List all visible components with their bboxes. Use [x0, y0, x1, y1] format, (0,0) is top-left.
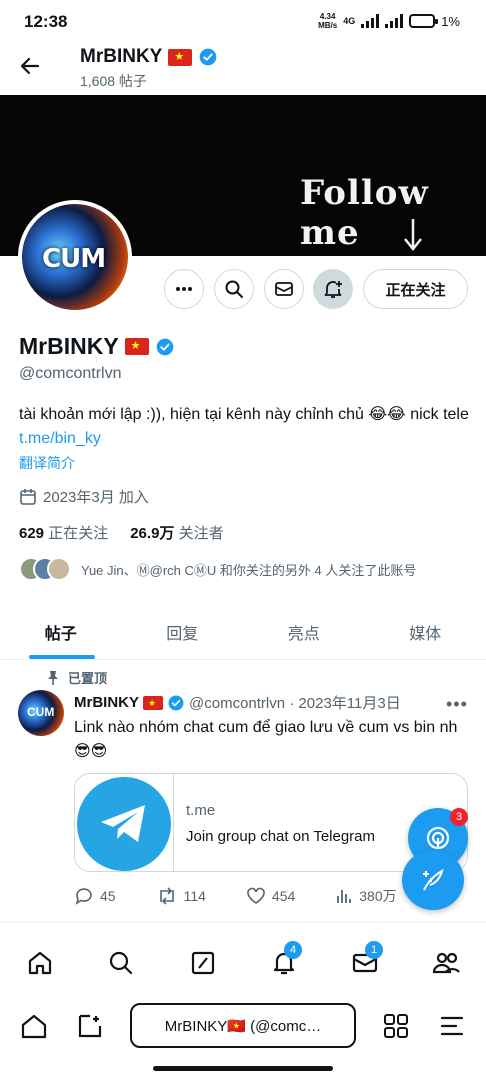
telegram-logo-icon — [77, 776, 171, 871]
notifications-badge: 4 — [284, 941, 302, 959]
notify-button[interactable] — [313, 269, 353, 309]
post-author[interactable]: MrBINKY — [74, 694, 139, 711]
joined-date: 2023年3月 加入 — [19, 486, 149, 507]
browser-toolbar: MrBINKY🇻🇳 (@comc… — [0, 1000, 486, 1080]
analytics-icon — [337, 890, 352, 903]
search-icon — [109, 951, 133, 975]
followers-stat[interactable]: 26.9万 关注者 — [130, 522, 223, 543]
more-options-button[interactable] — [164, 269, 204, 309]
more-icon — [176, 287, 192, 291]
grok-icon — [191, 951, 215, 975]
banner-text: Follow me — [300, 173, 429, 253]
post-text: Link nào nhóm chat cum để giao lưu về cu… — [74, 719, 458, 760]
search-icon — [225, 280, 243, 298]
signal-icon-2 — [385, 14, 404, 28]
spaces-badge: 3 — [450, 808, 468, 826]
tab-replies[interactable]: 回复 — [122, 604, 244, 659]
search-button[interactable] — [214, 269, 254, 309]
status-icons: 4.34 MB/s 4G 1% — [318, 12, 460, 30]
browser-url-bar[interactable]: MrBINKY🇻🇳 (@comc… — [130, 1003, 356, 1048]
pinned-label: 已置顶 — [46, 668, 107, 687]
browser-home-icon[interactable] — [20, 1012, 48, 1040]
bottom-nav: 4 1 — [0, 922, 486, 1000]
mail-icon — [275, 282, 293, 296]
signal-icon — [361, 14, 380, 28]
views-button[interactable]: 380万 — [335, 886, 397, 906]
profile-name: MrBINKY ★ — [19, 333, 175, 360]
known-followers-text: Yue Jin、Ⓜ@rch CⓂU 和你关注的另外 4 人关注了此账号 — [81, 562, 417, 578]
post-avatar[interactable]: CUM — [18, 690, 64, 736]
profile-handle: @comcontrlvn — [19, 365, 122, 382]
profile-name-text: MrBINKY — [19, 333, 119, 359]
card-image — [75, 774, 174, 871]
avatar-logo: CUM — [42, 244, 106, 274]
following-stat[interactable]: 629 正在关注 — [19, 522, 108, 543]
browser-url-text: MrBINKY🇻🇳 (@comc… — [164, 1017, 322, 1035]
communities-icon — [432, 952, 460, 974]
browser-menu-icon[interactable] — [438, 1012, 466, 1040]
avatar-logo: CUM — [27, 705, 55, 719]
bio-link[interactable]: t.me/bin_ky — [19, 430, 101, 447]
profile-avatar[interactable]: CUM — [18, 200, 132, 314]
compose-fab[interactable] — [402, 850, 464, 910]
like-button[interactable]: 454 — [246, 886, 295, 906]
network-label: 4G — [343, 15, 356, 26]
home-icon — [28, 951, 52, 975]
nav-communities[interactable] — [430, 947, 462, 979]
tab-media[interactable]: 媒体 — [365, 604, 486, 659]
known-followers[interactable]: Yue Jin、Ⓜ@rch CⓂU 和你关注的另外 4 人关注了此账号 — [19, 555, 416, 583]
header-post-count: 1,608 帖子 — [80, 73, 147, 89]
pin-icon — [48, 670, 58, 685]
follow-stats: 629 正在关注 26.9万 关注者 — [19, 522, 224, 543]
profile-tabs: 帖子 回复 亮点 媒体 — [0, 604, 486, 660]
post-header: MrBINKY ★ @comcontrlvn · 2023年11月3日 — [74, 692, 401, 713]
verified-badge-icon — [200, 48, 217, 66]
messages-badge: 1 — [365, 941, 383, 959]
nav-messages[interactable]: 1 — [349, 941, 383, 979]
battery-icon — [409, 14, 439, 28]
gesture-home-bar[interactable] — [153, 1066, 333, 1071]
header-name: MrBINKY — [80, 46, 163, 67]
heart-icon — [247, 887, 265, 904]
verified-badge-icon — [156, 338, 174, 355]
message-button[interactable] — [264, 269, 304, 309]
spaces-icon — [426, 826, 450, 850]
nav-search[interactable] — [105, 947, 137, 979]
vietnam-flag-icon: ★ — [124, 338, 149, 355]
nav-home[interactable] — [24, 947, 56, 979]
bio-text: tài khoản mới lập :)), hiện tại kênh này… — [19, 406, 469, 423]
card-title: Join group chat on Telegram — [186, 828, 376, 845]
tab-posts[interactable]: 帖子 — [0, 604, 122, 659]
status-bar: 12:38 4.34 MB/s 4G 1% — [0, 0, 486, 44]
tab-highlights[interactable]: 亮点 — [243, 604, 365, 659]
browser-apps-icon[interactable] — [382, 1012, 410, 1040]
post-meta: @comcontrlvn · 2023年11月3日 — [189, 695, 401, 712]
card-domain: t.me — [186, 802, 216, 819]
compose-feather-icon — [423, 868, 444, 891]
header-title: MrBINKY ★ — [80, 46, 218, 68]
back-arrow-icon[interactable] — [18, 54, 42, 78]
net-speed: 4.34 MB/s — [318, 12, 338, 30]
profile-bio: tài khoản mới lập :)), hiện tại kênh này… — [19, 403, 474, 451]
translate-bio-link[interactable]: 翻译简介 — [19, 453, 75, 473]
nav-notifications[interactable]: 4 — [268, 941, 302, 979]
post-more-button[interactable]: ••• — [446, 694, 468, 715]
browser-tabs-icon[interactable] — [76, 1012, 104, 1040]
reply-button[interactable]: 45 — [74, 886, 116, 906]
nav-grok[interactable] — [187, 947, 219, 979]
calendar-icon — [20, 488, 36, 505]
bell-plus-icon — [324, 281, 342, 298]
avatar — [47, 557, 71, 581]
status-time: 12:38 — [24, 12, 68, 31]
verified-badge-icon — [168, 695, 184, 710]
down-arrow-icon — [404, 219, 422, 252]
repost-icon — [159, 887, 174, 905]
link-card[interactable]: t.me Join group chat on Telegram — [74, 773, 468, 872]
vietnam-flag-icon: ★ — [143, 695, 164, 710]
following-button[interactable]: 正在关注 — [363, 269, 468, 309]
vietnam-flag-icon: ★ — [168, 48, 193, 66]
reply-icon — [75, 888, 92, 905]
battery-level: 1% — [441, 13, 460, 29]
repost-button[interactable]: 114 — [156, 886, 206, 906]
